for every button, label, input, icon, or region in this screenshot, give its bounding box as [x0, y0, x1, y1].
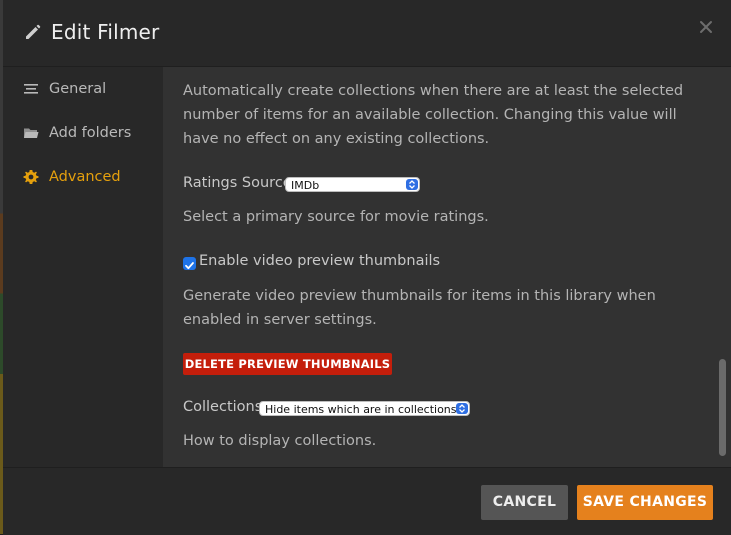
ratings-source-label: Ratings Source: [183, 175, 292, 191]
delete-preview-thumbnails-button[interactable]: DELETE PREVIEW THUMBNAILS: [183, 353, 392, 375]
sidebar-item-general[interactable]: General: [23, 77, 106, 101]
settings-sidebar: General Add folders Advanced: [3, 67, 163, 467]
sidebar-item-label: General: [49, 81, 107, 97]
select-arrows-icon: [406, 179, 418, 190]
gear-icon: [23, 170, 39, 184]
list-icon: [24, 84, 38, 94]
dialog-title: Edit Filmer: [51, 20, 160, 44]
scrollbar-thumb[interactable]: [719, 359, 726, 456]
edit-library-dialog: Edit Filmer General Add folders Advanced…: [3, 0, 731, 535]
content-scrollbar[interactable]: [718, 67, 727, 467]
sidebar-item-label: Advanced: [49, 169, 121, 185]
ratings-source-select[interactable]: IMDb: [285, 177, 420, 192]
enable-preview-thumbnails-label[interactable]: Enable video preview thumbnails: [199, 253, 440, 269]
select-arrows-icon: [456, 403, 468, 414]
dialog-footer: CANCEL SAVE CHANGES: [3, 467, 731, 535]
close-icon[interactable]: [699, 20, 713, 34]
collections-select[interactable]: Hide items which are in collections: [259, 401, 470, 416]
ratings-source-value: IMDb: [291, 179, 320, 192]
collections-threshold-description: Automatically create collections when th…: [183, 83, 684, 147]
sidebar-item-add-folders[interactable]: Add folders: [23, 121, 131, 145]
preview-thumbnails-help: Generate video preview thumbnails for it…: [183, 288, 656, 328]
collections-value: Hide items which are in collections: [265, 403, 457, 416]
save-changes-button[interactable]: SAVE CHANGES: [577, 485, 713, 520]
advanced-settings-panel: Automatically create collections when th…: [163, 67, 731, 467]
folder-icon: [24, 128, 39, 138]
checkmark-icon: [185, 262, 194, 270]
dialog-header: Edit Filmer: [3, 0, 731, 67]
pencil-icon: [26, 24, 41, 39]
cancel-button[interactable]: CANCEL: [481, 485, 568, 520]
ratings-source-help: Select a primary source for movie rating…: [183, 209, 489, 225]
collections-label: Collections: [183, 399, 263, 415]
sidebar-item-label: Add folders: [49, 125, 132, 141]
collections-help: How to display collections.: [183, 433, 377, 449]
enable-preview-thumbnails-checkbox[interactable]: [183, 257, 196, 270]
sidebar-item-advanced[interactable]: Advanced: [23, 165, 121, 189]
